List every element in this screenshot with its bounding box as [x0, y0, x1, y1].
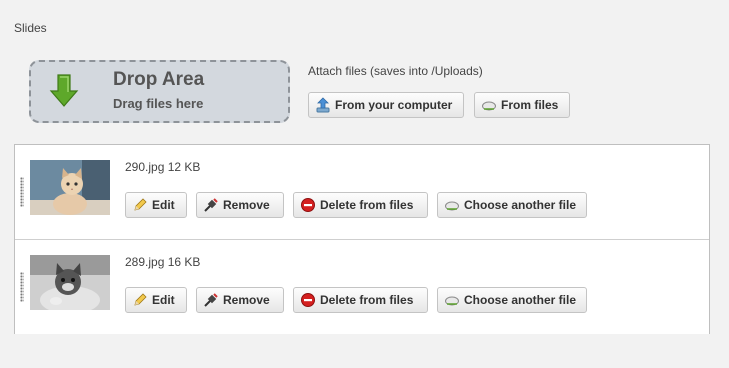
edit-label: Edit — [152, 198, 175, 212]
from-your-computer-label: From your computer — [335, 98, 453, 112]
upload-icon — [316, 97, 330, 113]
edit-button[interactable]: Edit — [125, 287, 187, 313]
remove-button[interactable]: Remove — [196, 287, 284, 313]
drag-handle-icon[interactable] — [20, 272, 24, 302]
drop-area-subtitle: Drag files here — [113, 96, 204, 111]
slide-row: 289.jpg 16 KB Edit Remove Delete from fi… — [15, 240, 709, 334]
remove-label: Remove — [223, 293, 270, 307]
choose-another-file-label: Choose another file — [464, 198, 577, 212]
slide-thumbnail — [30, 160, 110, 215]
down-arrow-icon — [49, 74, 79, 107]
choose-another-file-label: Choose another file — [464, 293, 577, 307]
edit-button[interactable]: Edit — [125, 192, 187, 218]
remove-label: Remove — [223, 198, 270, 212]
unplug-icon — [204, 293, 218, 307]
cloud-icon — [445, 201, 459, 211]
unplug-icon — [204, 198, 218, 212]
delete-from-files-button[interactable]: Delete from files — [293, 192, 428, 218]
pencil-icon — [134, 198, 147, 211]
delete-icon — [301, 293, 315, 307]
slide-row: 290.jpg 12 KB Edit Remove Delete from fi… — [15, 145, 709, 240]
from-your-computer-button[interactable]: From your computer — [308, 92, 464, 118]
delete-icon — [301, 198, 315, 212]
delete-from-files-label: Delete from files — [320, 293, 414, 307]
pencil-icon — [134, 293, 147, 306]
attach-files-label: Attach files (saves into /Uploads) — [308, 64, 483, 78]
slides-list: 290.jpg 12 KB Edit Remove Delete from fi… — [14, 144, 710, 334]
choose-another-file-button[interactable]: Choose another file — [437, 287, 587, 313]
from-files-button[interactable]: From files — [474, 92, 570, 118]
edit-label: Edit — [152, 293, 175, 307]
delete-from-files-button[interactable]: Delete from files — [293, 287, 428, 313]
from-files-label: From files — [501, 98, 559, 112]
cloud-icon — [482, 101, 496, 111]
file-info: 289.jpg 16 KB — [125, 255, 201, 269]
section-label: Slides — [14, 21, 47, 35]
choose-another-file-button[interactable]: Choose another file — [437, 192, 587, 218]
drag-handle-icon[interactable] — [20, 177, 24, 207]
file-info: 290.jpg 12 KB — [125, 160, 201, 174]
delete-from-files-label: Delete from files — [320, 198, 414, 212]
slide-thumbnail — [30, 255, 110, 310]
remove-button[interactable]: Remove — [196, 192, 284, 218]
cloud-icon — [445, 296, 459, 306]
drop-area[interactable]: Drop Area Drag files here — [29, 60, 290, 123]
drop-area-title: Drop Area — [113, 69, 205, 90]
